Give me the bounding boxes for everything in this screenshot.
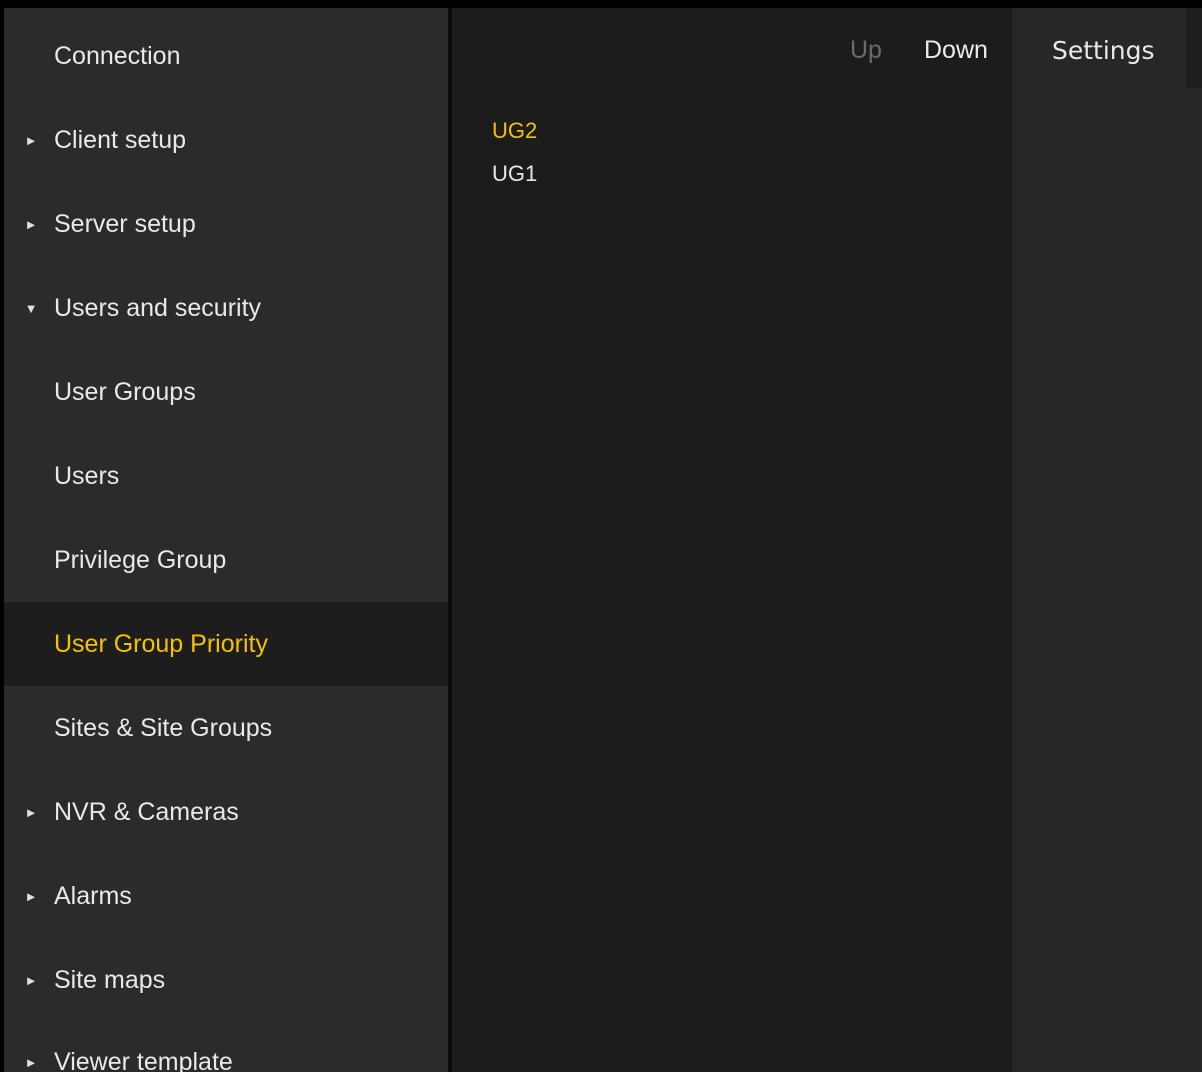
sidebar-item-user-group-priority[interactable]: User Group Priority: [4, 602, 448, 686]
move-down-button[interactable]: Down: [924, 36, 988, 65]
sidebar-item-client-setup[interactable]: ► Client setup: [4, 98, 448, 182]
sidebar-item-privilege-group[interactable]: Privilege Group: [4, 518, 448, 602]
sidebar-item-label: Connection: [54, 41, 181, 70]
sidebar-item-label: Viewer template: [54, 1047, 233, 1072]
sidebar-item-label: Users and security: [54, 293, 262, 322]
sidebar-item-users-and-security[interactable]: ▼ Users and security: [4, 266, 448, 350]
sidebar-item-server-setup[interactable]: ► Server setup: [4, 182, 448, 266]
sidebar-item-label: Site maps: [54, 965, 166, 994]
settings-sidebar: Connection ► Client setup ► Server setup…: [4, 8, 448, 1072]
sidebar-item-user-groups[interactable]: User Groups: [4, 350, 448, 434]
sidebar-item-site-maps[interactable]: ► Site maps: [4, 938, 448, 1022]
collapsed-arrow-icon[interactable]: ►: [24, 133, 38, 148]
collapsed-arrow-icon[interactable]: ►: [24, 217, 38, 232]
collapsed-arrow-icon[interactable]: ►: [24, 805, 38, 820]
settings-tab[interactable]: Settings: [1052, 36, 1155, 65]
scrollbar-track[interactable]: [1186, 8, 1202, 88]
sidebar-item-label: User Group Priority: [54, 629, 268, 658]
sidebar-item-alarms[interactable]: ► Alarms: [4, 854, 448, 938]
expanded-arrow-icon[interactable]: ▼: [24, 301, 38, 316]
sidebar-item-sites-and-site-groups[interactable]: Sites & Site Groups: [4, 686, 448, 770]
right-panel: Settings: [1012, 8, 1202, 1072]
priority-list-item[interactable]: UG2: [492, 118, 537, 144]
sidebar-item-label: Users: [54, 461, 120, 490]
collapsed-arrow-icon[interactable]: ►: [24, 973, 38, 988]
sidebar-item-label: Client setup: [54, 125, 187, 154]
collapsed-arrow-icon[interactable]: ►: [24, 889, 38, 904]
sidebar-item-label: User Groups: [54, 377, 196, 406]
sidebar-item-viewer-template[interactable]: ► Viewer template: [4, 1020, 448, 1072]
priority-panel: Up Down UG2 UG1: [452, 8, 1012, 1072]
move-up-button[interactable]: Up: [850, 36, 882, 65]
sidebar-item-label: NVR & Cameras: [54, 797, 239, 826]
sidebar-item-connection[interactable]: Connection: [4, 14, 448, 98]
sidebar-item-nvr-and-cameras[interactable]: ► NVR & Cameras: [4, 770, 448, 854]
collapsed-arrow-icon[interactable]: ►: [24, 1055, 38, 1070]
sidebar-item-label: Server setup: [54, 209, 196, 238]
sidebar-item-label: Privilege Group: [54, 545, 227, 574]
window-top-border: [0, 0, 1202, 8]
sidebar-item-label: Alarms: [54, 881, 132, 910]
sidebar-item-users[interactable]: Users: [4, 434, 448, 518]
priority-list-item[interactable]: UG1: [492, 161, 537, 187]
sidebar-item-label: Sites & Site Groups: [54, 713, 273, 742]
